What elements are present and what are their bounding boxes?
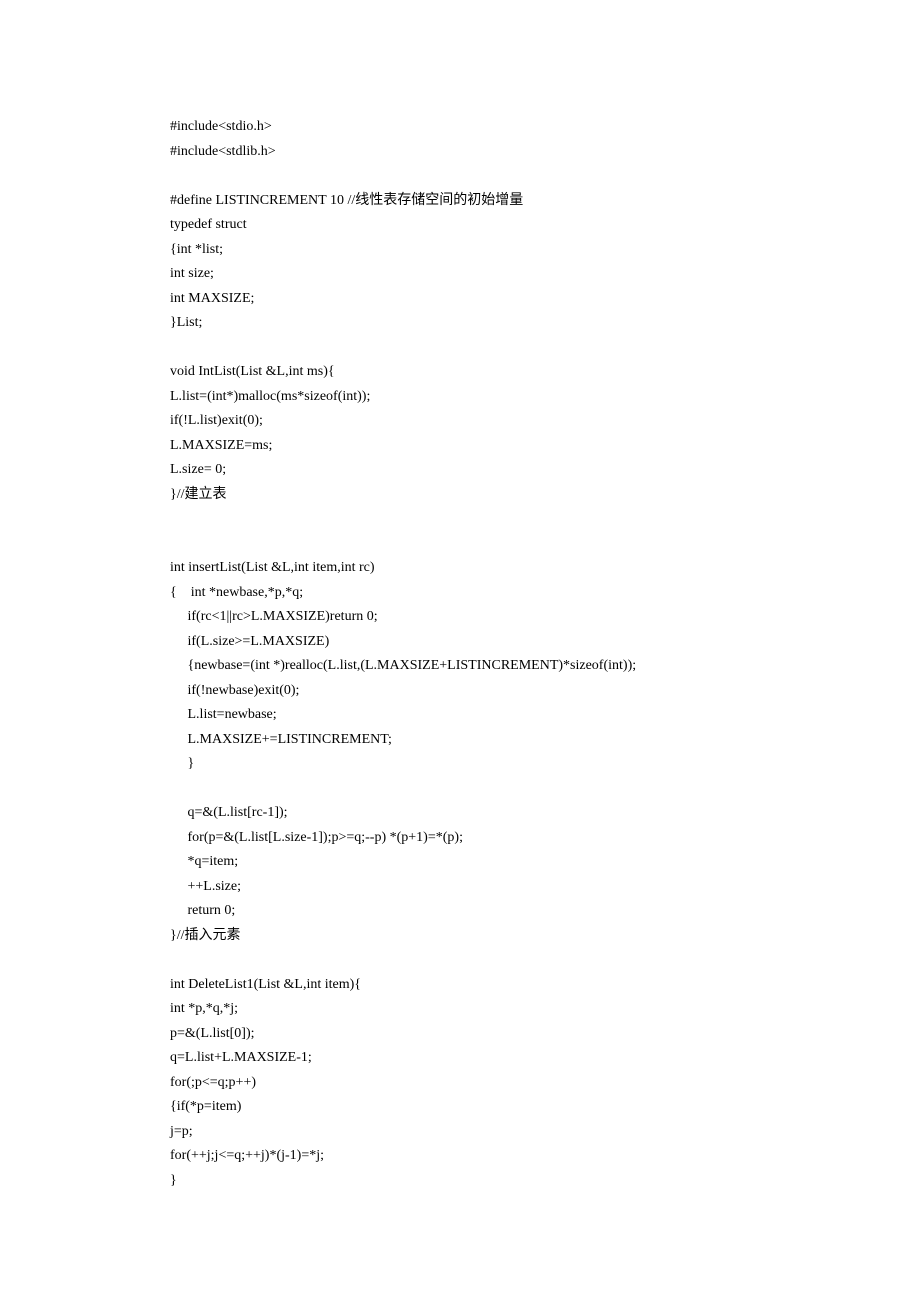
code-line: for(p=&(L.list[L.size-1]);p>=q;--p) *(p+… xyxy=(170,826,750,851)
code-line: }//建立表 xyxy=(170,483,750,508)
code-line: for(++j;j<=q;++j)*(j-1)=*j; xyxy=(170,1144,750,1169)
code-line: int size; xyxy=(170,262,750,287)
code-line xyxy=(170,164,750,189)
code-line: } xyxy=(170,752,750,777)
code-line xyxy=(170,336,750,361)
code-line: p=&(L.list[0]); xyxy=(170,1022,750,1047)
code-line xyxy=(170,532,750,557)
code-line: if(!newbase)exit(0); xyxy=(170,679,750,704)
document-page: #include<stdio.h>#include<stdlib.h> #def… xyxy=(0,0,920,1302)
code-line: if(!L.list)exit(0); xyxy=(170,409,750,434)
code-line: typedef struct xyxy=(170,213,750,238)
code-line: }List; xyxy=(170,311,750,336)
code-line xyxy=(170,948,750,973)
code-line: } xyxy=(170,1169,750,1194)
code-line xyxy=(170,507,750,532)
code-line: void IntList(List &L,int ms){ xyxy=(170,360,750,385)
code-line: #include<stdio.h> xyxy=(170,115,750,140)
code-line: #define LISTINCREMENT 10 //线性表存储空间的初始增量 xyxy=(170,189,750,214)
code-line: if(rc<1||rc>L.MAXSIZE)return 0; xyxy=(170,605,750,630)
code-line: L.MAXSIZE=ms; xyxy=(170,434,750,459)
code-line: int *p,*q,*j; xyxy=(170,997,750,1022)
code-line: for(;p<=q;p++) xyxy=(170,1071,750,1096)
code-line: j=p; xyxy=(170,1120,750,1145)
code-line: {int *list; xyxy=(170,238,750,263)
code-line: return 0; xyxy=(170,899,750,924)
code-line: ++L.size; xyxy=(170,875,750,900)
code-line: L.size= 0; xyxy=(170,458,750,483)
code-line: int MAXSIZE; xyxy=(170,287,750,312)
code-line: {newbase=(int *)realloc(L.list,(L.MAXSIZ… xyxy=(170,654,750,679)
code-line: {if(*p=item) xyxy=(170,1095,750,1120)
code-line: L.MAXSIZE+=LISTINCREMENT; xyxy=(170,728,750,753)
code-line: L.list=(int*)malloc(ms*sizeof(int)); xyxy=(170,385,750,410)
code-block: #include<stdio.h>#include<stdlib.h> #def… xyxy=(170,115,750,1193)
code-line: int insertList(List &L,int item,int rc) xyxy=(170,556,750,581)
code-line: #include<stdlib.h> xyxy=(170,140,750,165)
code-line: { int *newbase,*p,*q; xyxy=(170,581,750,606)
code-line: L.list=newbase; xyxy=(170,703,750,728)
code-line: q=L.list+L.MAXSIZE-1; xyxy=(170,1046,750,1071)
code-line: }//插入元素 xyxy=(170,924,750,949)
code-line: int DeleteList1(List &L,int item){ xyxy=(170,973,750,998)
code-line: q=&(L.list[rc-1]); xyxy=(170,801,750,826)
code-line: *q=item; xyxy=(170,850,750,875)
code-line: if(L.size>=L.MAXSIZE) xyxy=(170,630,750,655)
code-line xyxy=(170,777,750,802)
